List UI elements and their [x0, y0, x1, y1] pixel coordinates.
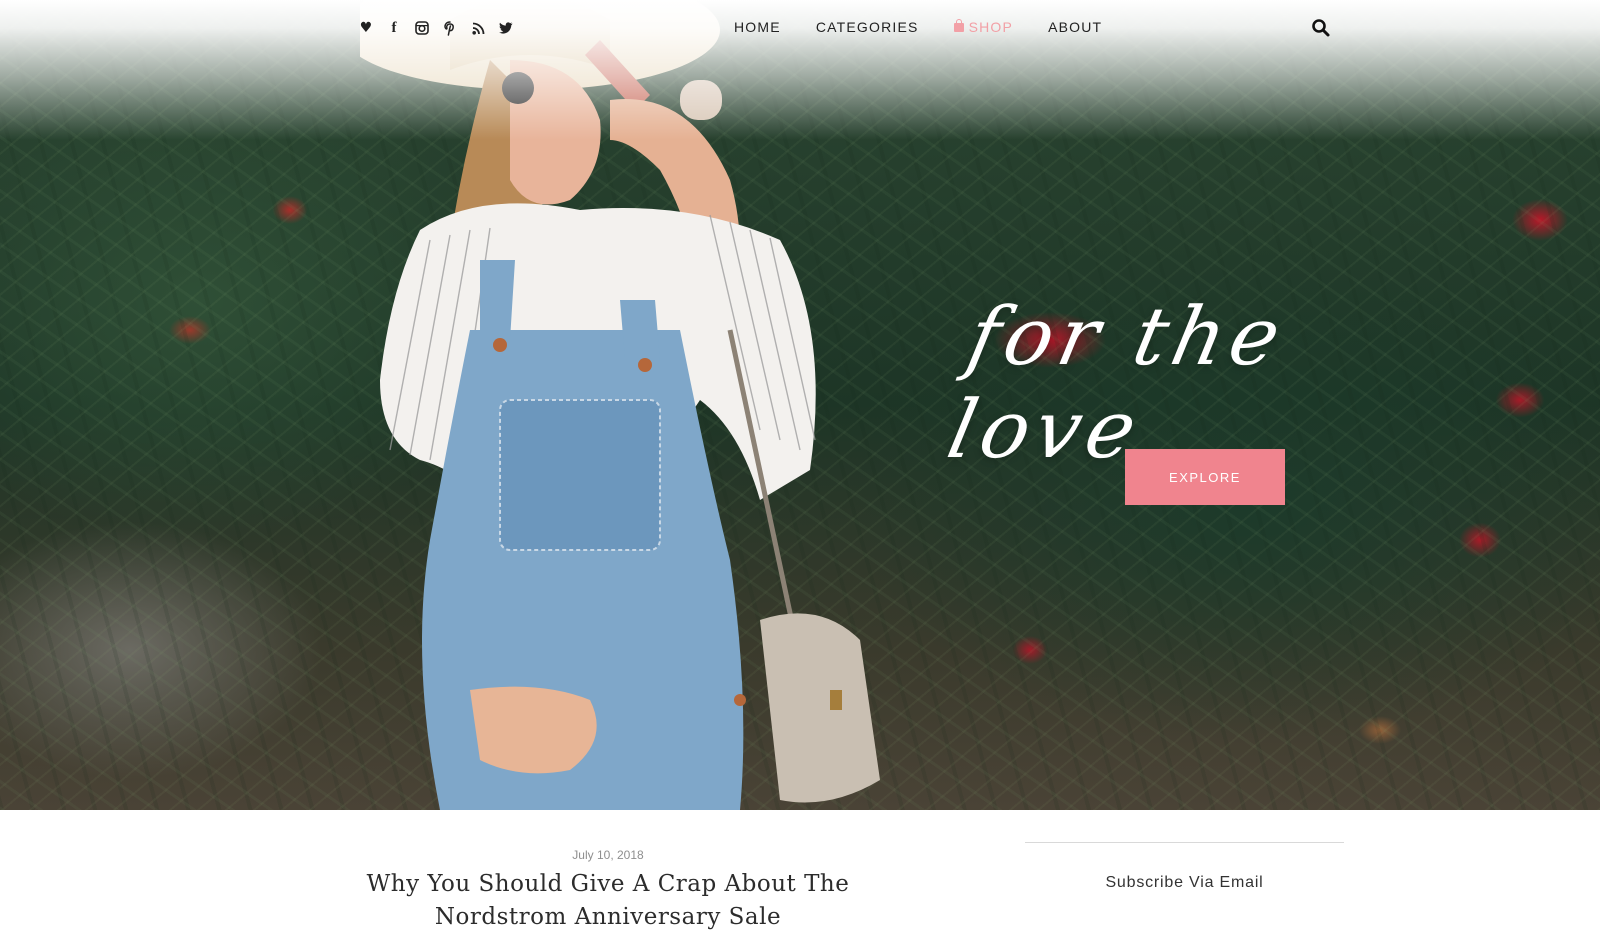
heart-icon[interactable]: ♥ [358, 18, 374, 38]
rss-icon[interactable] [470, 18, 486, 38]
nav-shop[interactable]: SHOP [953, 18, 1014, 35]
pinterest-icon[interactable] [442, 18, 458, 38]
shopping-bag-icon [953, 18, 964, 32]
main-menu: HOME CATEGORIES SHOP ABOUT [734, 18, 1102, 35]
search-icon[interactable] [1311, 18, 1333, 40]
nav-shop-label: SHOP [968, 19, 1014, 35]
nav-home[interactable]: HOME [734, 19, 781, 35]
nav-categories[interactable]: CATEGORIES [816, 19, 919, 35]
twitter-icon[interactable] [498, 18, 514, 38]
social-icons: ♥ f [358, 18, 514, 38]
explore-button[interactable]: EXPLORE [1125, 449, 1285, 505]
facebook-icon[interactable]: f [386, 18, 402, 38]
top-navigation: ♥ f HOME CATEGORIES SHOP ABOUT [0, 0, 1600, 56]
sidebar-divider [1025, 842, 1344, 843]
nav-about[interactable]: ABOUT [1048, 19, 1102, 35]
post-title[interactable]: Why You Should Give A Crap About The Nor… [300, 868, 916, 935]
instagram-icon[interactable] [414, 18, 430, 38]
hero-banner: for the love EXPLORE [0, 0, 1600, 810]
subscribe-heading: Subscribe Via Email [1105, 874, 1264, 891]
post-date: July 10, 2018 [572, 848, 644, 862]
